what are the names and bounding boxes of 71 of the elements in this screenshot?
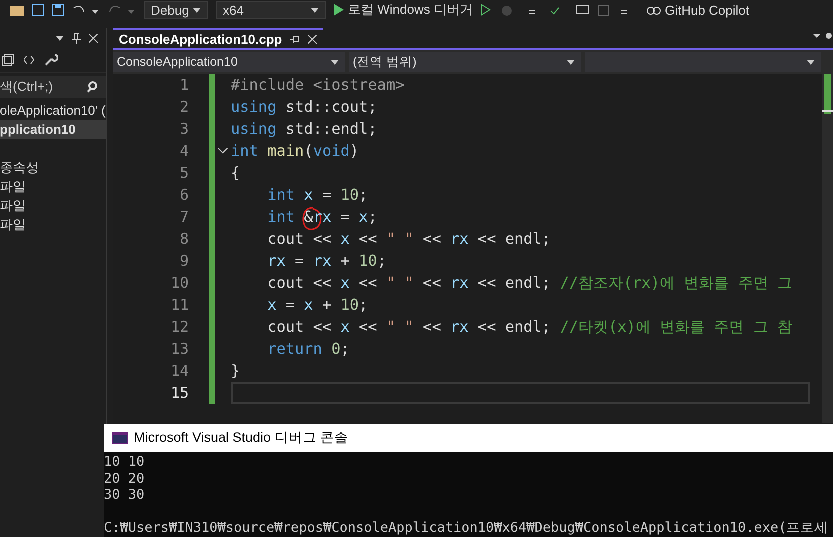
- start-debugger-button[interactable]: 로컬 Windows 디버거: [334, 1, 473, 19]
- pin-icon[interactable]: [290, 34, 300, 44]
- code-line: return 0;: [266, 339, 350, 360]
- dropdown-caret-icon: [331, 60, 339, 64]
- line-number: 13: [170, 339, 189, 360]
- code-line: x = x + 10;: [266, 295, 368, 316]
- close-icon[interactable]: [89, 34, 98, 42]
- file-tab[interactable]: ConsoleApplication10.cpp: [113, 28, 324, 48]
- code-line: {: [231, 163, 240, 184]
- code-line: cout << x << " " << rx << endl; //참조자(rx)에 변화를 주면 그: [266, 273, 793, 294]
- console-title: Microsoft Visual Studio 디버그 콘솔: [134, 429, 349, 447]
- tree-item[interactable]: 파일: [0, 177, 106, 196]
- configuration-dropdown[interactable]: Debug: [144, 1, 208, 19]
- search-field[interactable]: 색(Ctrl+;): [0, 76, 106, 98]
- pin-icon[interactable]: [72, 32, 81, 44]
- play-outline-icon[interactable]: [480, 4, 491, 16]
- line-number: 14: [170, 361, 189, 382]
- console-output: C:₩Users₩IN310₩source₩repos₩ConsoleApplication10₩x64₩Debug₩ConsoleApplication10.exe(프로세: [104, 520, 830, 536]
- dropdown-caret-icon: [56, 36, 64, 40]
- line-number: 1: [178, 75, 189, 96]
- close-icon[interactable]: [308, 34, 318, 44]
- console-icon: [112, 432, 128, 444]
- console-output: 10 10: [104, 454, 146, 470]
- code-line: int x = 10;: [266, 185, 368, 206]
- line-number: 15: [170, 383, 189, 404]
- dropdown-caret-icon: [807, 60, 815, 64]
- console-output: 20 20: [104, 470, 146, 487]
- line-number: 6: [178, 185, 189, 206]
- line-number: 12: [170, 317, 189, 338]
- line-number: 5: [178, 163, 189, 184]
- code-line: int main(void): [231, 141, 360, 162]
- folder-icon[interactable]: [10, 4, 24, 16]
- line-number: 8: [178, 229, 189, 250]
- tree-item[interactable]: oleApplication10' (: [0, 101, 106, 120]
- code-view-icon[interactable]: [24, 56, 34, 64]
- line-number: 9: [178, 251, 189, 272]
- copy-icon[interactable]: [2, 54, 14, 66]
- tree-item[interactable]: pplication10: [0, 120, 106, 139]
- chevron-icon[interactable]: [218, 148, 228, 154]
- redo-icon: [108, 4, 136, 16]
- line-number: 11: [170, 295, 189, 316]
- dropdown-caret-icon: [311, 8, 319, 12]
- scope-dropdown[interactable]: (전역 범위): [349, 52, 581, 72]
- console-output: 30 30: [104, 487, 146, 504]
- line-number: 10: [170, 273, 189, 294]
- tree-item[interactable]: 종속성: [0, 158, 106, 177]
- project-dropdown[interactable]: ConsoleApplication10: [113, 52, 345, 72]
- save-icon[interactable]: [32, 4, 44, 16]
- dropdown-caret-icon: [567, 60, 575, 64]
- code-line: rx = rx + 10;: [266, 251, 386, 272]
- code-line: #include <iostream>: [231, 75, 405, 96]
- copilot-button[interactable]: GitHub Copilot: [646, 2, 750, 18]
- code-line: using std::cout;: [231, 97, 378, 118]
- dropdown-caret-icon: [193, 8, 201, 12]
- play-icon: [334, 4, 344, 16]
- code-line: }: [231, 361, 240, 382]
- copilot-icon: [646, 4, 661, 16]
- undo-icon[interactable]: [72, 4, 100, 16]
- code-line: using std::endl;: [231, 119, 378, 140]
- tree-item[interactable]: 파일: [0, 196, 106, 215]
- line-number: 4: [178, 141, 189, 162]
- wrench-icon[interactable]: [44, 53, 58, 67]
- tree-item[interactable]: 파일: [0, 215, 106, 234]
- save-all-icon[interactable]: [52, 4, 64, 16]
- platform-dropdown[interactable]: x64: [216, 1, 326, 19]
- scrollbar[interactable]: [822, 74, 833, 423]
- code-line: cout << x << " " << rx << endl; //타켓(x)에 변화를 주면 그 참: [266, 317, 793, 338]
- line-number: 3: [178, 119, 189, 140]
- code-line: cout << x << " " << rx << endl;: [266, 229, 552, 250]
- line-number: 7: [178, 207, 189, 228]
- line-number: 2: [178, 97, 189, 118]
